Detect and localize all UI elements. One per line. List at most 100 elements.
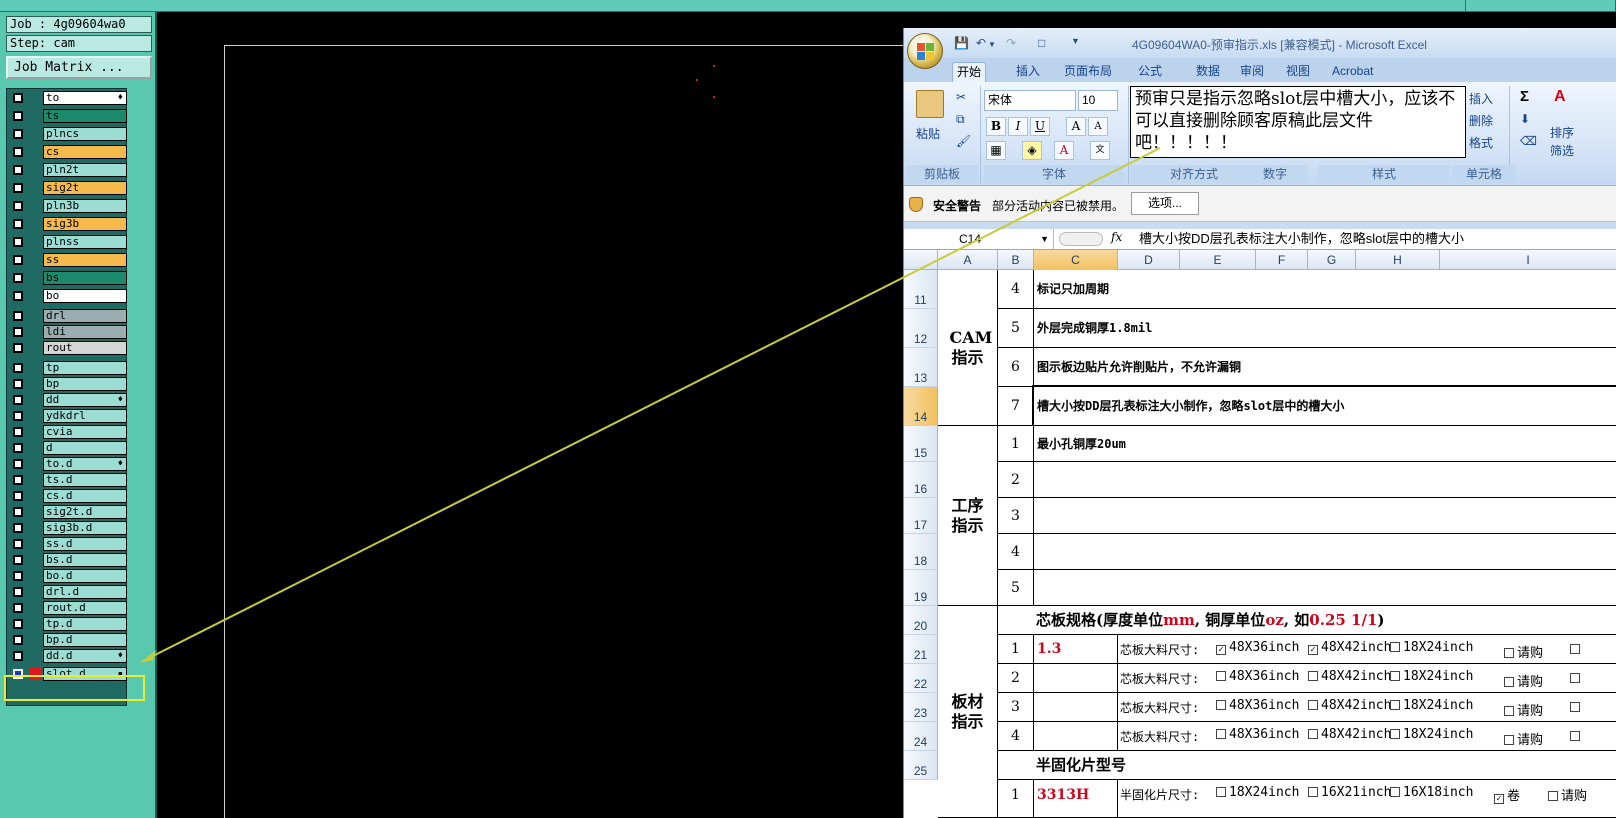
- layer-checkbox[interactable]: [13, 587, 23, 597]
- layer-checkbox[interactable]: [13, 539, 23, 549]
- roll-option[interactable]: ✓ 卷: [1494, 785, 1520, 804]
- checkbox[interactable]: [1504, 706, 1514, 716]
- layer-row-d[interactable]: d: [9, 441, 127, 455]
- column-header-H[interactable]: H: [1356, 250, 1440, 270]
- layer-row-plncs[interactable]: plncs: [9, 127, 127, 141]
- layer-checkbox[interactable]: [13, 343, 23, 353]
- undo-icon[interactable]: ↶: [976, 36, 986, 50]
- delete-cells-button[interactable]: 删除: [1469, 112, 1493, 129]
- row-header-19[interactable]: 19: [904, 570, 938, 606]
- layer-checkbox[interactable]: [13, 111, 23, 121]
- layer-checkbox[interactable]: [13, 443, 23, 453]
- fill-color-button[interactable]: ◈: [1022, 141, 1042, 160]
- name-box[interactable]: C14 ▼: [904, 229, 1054, 249]
- row-header-25[interactable]: 25: [904, 751, 938, 780]
- undo-dropdown-icon[interactable]: ▼: [988, 40, 996, 49]
- row-header-18[interactable]: 18: [904, 534, 938, 570]
- italic-button[interactable]: I: [1008, 117, 1028, 136]
- tab-页面布局[interactable]: 页面布局: [1060, 62, 1116, 82]
- layer-row-sig2t[interactable]: sig2t: [9, 181, 127, 195]
- buy-option[interactable]: 请购: [1548, 785, 1587, 804]
- layer-checkbox[interactable]: [13, 603, 23, 613]
- layer-row-dd[interactable]: dd ♦: [9, 393, 127, 407]
- format-cells-button[interactable]: 格式: [1469, 134, 1493, 151]
- layer-row-drl[interactable]: drl: [9, 309, 127, 323]
- row-header-14[interactable]: 14: [904, 387, 938, 426]
- layer-checkbox[interactable]: [13, 651, 23, 661]
- buy-option[interactable]: 请购: [1504, 729, 1543, 748]
- layer-checkbox[interactable]: [13, 555, 23, 565]
- item-number[interactable]: 3: [998, 498, 1034, 534]
- layer-row-drl-d[interactable]: drl.d: [9, 585, 127, 599]
- buy-option[interactable]: 请购: [1504, 700, 1543, 719]
- chevron-down-icon[interactable]: ▼: [1040, 229, 1049, 249]
- section-label-process[interactable]: 工序 指示: [938, 426, 998, 606]
- layer-checkbox[interactable]: [13, 165, 23, 175]
- layer-checkbox[interactable]: [13, 291, 23, 301]
- layer-checkbox[interactable]: [13, 459, 23, 469]
- layer-row-bo[interactable]: bo: [9, 289, 127, 303]
- item-number[interactable]: 6: [998, 348, 1034, 387]
- layer-checkbox[interactable]: [13, 201, 23, 211]
- checkbox[interactable]: [1390, 671, 1400, 681]
- instruction-cell[interactable]: 标记只加周期: [1034, 270, 1616, 309]
- copy-icon[interactable]: ⧉: [956, 112, 965, 127]
- row-header-15[interactable]: 15: [904, 426, 938, 462]
- core-size-option[interactable]: ✓ 48X36inch: [1216, 640, 1299, 655]
- format-painter-icon[interactable]: 🖌: [956, 134, 971, 148]
- layer-row-plnss[interactable]: plnss: [9, 235, 127, 249]
- core-size-options[interactable]: 芯板大料尺寸: 48X36inch 48X42inch 18X24inch 请购: [1118, 693, 1616, 722]
- checkbox[interactable]: [1570, 673, 1580, 683]
- checkbox[interactable]: [1548, 791, 1558, 801]
- checkbox[interactable]: [1504, 677, 1514, 687]
- item-number[interactable]: 4: [998, 270, 1034, 309]
- checkbox[interactable]: [1390, 787, 1400, 797]
- border-button[interactable]: ▦: [986, 141, 1006, 160]
- layer-row-sig3b-d[interactable]: sig3b.d: [9, 521, 127, 535]
- cut-icon[interactable]: ✂: [956, 90, 966, 104]
- fill-icon[interactable]: ⬇: [1520, 112, 1530, 126]
- row-header-12[interactable]: 12: [904, 309, 938, 348]
- checkbox[interactable]: [1308, 787, 1318, 797]
- layer-row-sig2t-d[interactable]: sig2t.d: [9, 505, 127, 519]
- layer-checkbox[interactable]: [13, 411, 23, 421]
- tab-Acrobat[interactable]: Acrobat: [1328, 62, 1377, 82]
- checkbox[interactable]: [1216, 671, 1226, 681]
- cell-a-spacer[interactable]: [938, 250, 998, 270]
- prepreg-size-option[interactable]: 18X24inch: [1216, 785, 1299, 800]
- row-header-21[interactable]: 21: [904, 635, 938, 664]
- layer-checkbox[interactable]: [13, 571, 23, 581]
- select-all-corner[interactable]: [904, 250, 938, 270]
- formula-expand-button[interactable]: [1059, 232, 1103, 246]
- layer-row-tp-d[interactable]: tp.d: [9, 617, 127, 631]
- layer-checkbox[interactable]: [13, 147, 23, 157]
- layer-row-ts-d[interactable]: ts.d: [9, 473, 127, 487]
- column-header-E[interactable]: E: [1180, 250, 1256, 270]
- layer-checkbox[interactable]: [13, 427, 23, 437]
- layer-row-rout-d[interactable]: rout.d: [9, 601, 127, 615]
- layer-row-ydkdrl[interactable]: ydkdrl: [9, 409, 127, 423]
- prepreg-header[interactable]: 半固化片型号: [998, 751, 1616, 780]
- bold-button[interactable]: B: [986, 117, 1006, 136]
- layer-row-bs[interactable]: bs: [9, 271, 127, 285]
- item-number[interactable]: 7: [998, 387, 1034, 426]
- layer-row-dd-d[interactable]: dd.d ♦: [9, 649, 127, 663]
- checkbox[interactable]: [1216, 700, 1226, 710]
- item-number[interactable]: 2: [998, 462, 1034, 498]
- core-size-option[interactable]: 48X42inch: [1308, 669, 1391, 684]
- instruction-cell[interactable]: [1034, 570, 1616, 606]
- job-matrix-button[interactable]: Job Matrix ...: [6, 56, 152, 79]
- checkbox[interactable]: ✓: [1494, 794, 1504, 804]
- instruction-cell[interactable]: [1034, 462, 1616, 498]
- layer-row-to-d[interactable]: to.d ♦: [9, 457, 127, 471]
- layer-checkbox[interactable]: [13, 273, 23, 283]
- column-header-B[interactable]: B: [998, 250, 1034, 270]
- row-header-24[interactable]: 24: [904, 722, 938, 751]
- checkbox[interactable]: [1504, 648, 1514, 658]
- core-size-option[interactable]: 18X24inch: [1390, 640, 1473, 655]
- instruction-cell[interactable]: [1034, 534, 1616, 570]
- checkbox[interactable]: [1390, 700, 1400, 710]
- row-header-23[interactable]: 23: [904, 693, 938, 722]
- column-header-G[interactable]: G: [1308, 250, 1356, 270]
- checkbox[interactable]: [1390, 642, 1400, 652]
